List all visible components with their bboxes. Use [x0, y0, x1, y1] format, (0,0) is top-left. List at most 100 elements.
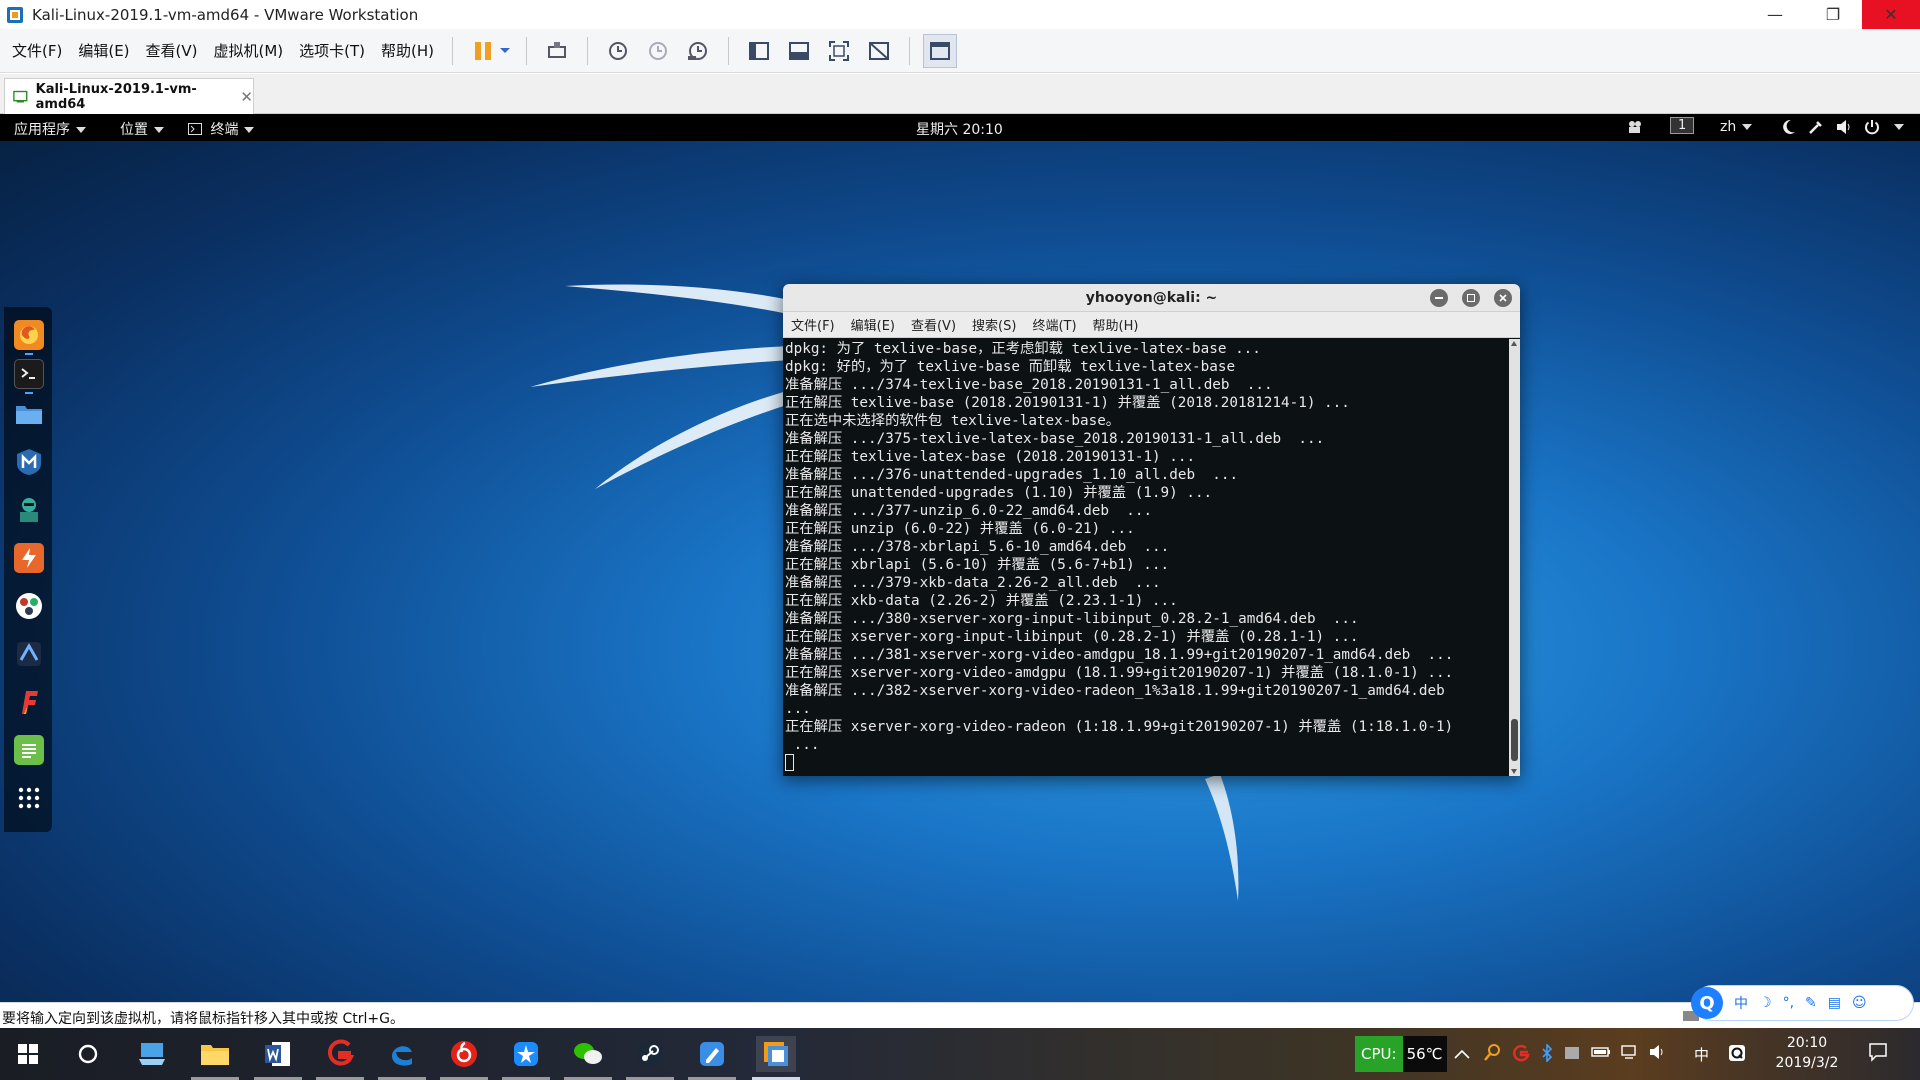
power-icon[interactable]	[1864, 119, 1880, 139]
menu-edit[interactable]: 编辑(E)	[70, 40, 137, 61]
library-view-icon[interactable]	[742, 34, 776, 68]
faraday-icon[interactable]	[14, 687, 44, 717]
burpsuite-icon[interactable]	[14, 543, 44, 573]
battery-icon[interactable]	[1591, 1044, 1611, 1064]
terminal-menu-search[interactable]: 搜索(S)	[972, 315, 1016, 334]
beef-icon[interactable]	[14, 639, 44, 669]
q-app-tray-icon[interactable]	[1728, 1044, 1746, 1066]
terminal-line: 正在解压 xbrlapi (5.6-10) 并覆盖 (5.6-7+b1) ...	[785, 557, 1170, 573]
night-mode-icon[interactable]	[1782, 119, 1796, 139]
menu-file[interactable]: 文件(F)	[4, 40, 70, 61]
scroll-down-arrow-icon[interactable]	[1511, 769, 1517, 774]
notes-icon[interactable]	[14, 735, 44, 765]
revert-snapshot-icon[interactable]	[641, 34, 675, 68]
ime-tool-icon[interactable]: ✎	[1805, 995, 1817, 1011]
terminal-window[interactable]: yhooyon@kali: ~ 文件(F) 编辑(E) 查看(V) 搜索(S) …	[783, 284, 1520, 776]
console-view-icon[interactable]	[782, 34, 816, 68]
tool-icon[interactable]	[1808, 119, 1824, 139]
pause-icon[interactable]	[466, 34, 500, 68]
workspace-indicator[interactable]: 1	[1670, 117, 1695, 134]
network-icon[interactable]	[1620, 1044, 1640, 1064]
menu-help[interactable]: 帮助(H)	[373, 40, 442, 61]
netease-music-icon[interactable]	[446, 1036, 482, 1072]
terminal-scrollbar[interactable]	[1509, 339, 1520, 776]
terminal-menu-view[interactable]: 查看(V)	[911, 315, 956, 334]
word-icon[interactable]	[260, 1036, 296, 1072]
ime-punctuation-icon[interactable]: °,	[1783, 995, 1794, 1011]
terminal-menu-terminal[interactable]: 终端(T)	[1032, 315, 1076, 334]
taskbar-clock[interactable]: 20:10 2019/3/2	[1762, 1033, 1852, 1073]
ime-halfwidth-icon[interactable]: ☽	[1759, 995, 1772, 1011]
terminal-prompt-line	[785, 754, 1507, 772]
red-g-app-icon[interactable]	[322, 1036, 358, 1072]
metasploit-icon[interactable]	[14, 447, 44, 477]
cortana-search-icon[interactable]	[70, 1036, 106, 1072]
gnome-clock[interactable]: 星期六 20:10	[916, 119, 1003, 139]
tab-kali-vm[interactable]: Kali-Linux-2019.1-vm-amd64 ✕	[4, 78, 254, 114]
ime-skin-icon[interactable]: ▤	[1828, 995, 1841, 1011]
terminal-menu-file[interactable]: 文件(F)	[791, 315, 835, 334]
fullscreen-icon[interactable]	[822, 34, 856, 68]
volume-icon[interactable]	[1836, 119, 1854, 139]
edge-browser-icon[interactable]	[384, 1036, 420, 1072]
steam-icon[interactable]	[632, 1036, 668, 1072]
sogou-ime-bar[interactable]: Q 中 ☽ °, ✎ ▤ ☺	[1691, 985, 1914, 1021]
restore-button[interactable]: ❐	[1804, 0, 1862, 29]
send-ctrl-alt-del-icon[interactable]	[540, 34, 574, 68]
terminal-icon[interactable]	[14, 359, 44, 389]
file-explorer-icon[interactable]	[197, 1036, 233, 1072]
toolbar-separator	[587, 36, 589, 65]
terminal-maximize-button[interactable]	[1462, 289, 1480, 307]
volume-tray-icon[interactable]	[1649, 1044, 1667, 1064]
menu-vm[interactable]: 虚拟机(M)	[206, 40, 292, 61]
red-g-tray-icon[interactable]	[1512, 1044, 1530, 1066]
terminal-app-menu[interactable]: 终端	[188, 119, 255, 139]
bluestar-app-icon[interactable]	[508, 1036, 544, 1072]
input-method-indicator[interactable]: 中	[1694, 1044, 1709, 1065]
armitage-icon[interactable]	[14, 495, 44, 525]
ime-emoji-icon[interactable]: ☺	[1852, 995, 1867, 1011]
vm-display[interactable]: 应用程序 位置 终端 星期六 20:10 1 zh yhooyon@kali: …	[0, 114, 1920, 1002]
places-menu[interactable]: 位置	[120, 119, 164, 139]
close-tab-icon[interactable]: ✕	[240, 88, 253, 106]
terminal-menu-help[interactable]: 帮助(H)	[1093, 315, 1139, 334]
search-tray-icon[interactable]	[1484, 1044, 1500, 1066]
toolbar-separator	[728, 36, 730, 65]
menu-tabs[interactable]: 选项卡(T)	[291, 40, 373, 61]
notepad-app-icon[interactable]	[694, 1036, 730, 1072]
windows-start-icon[interactable]	[10, 1036, 46, 1072]
terminal-minimize-button[interactable]	[1430, 289, 1448, 307]
terminal-output[interactable]: dpkg: 为了 texlive-base，正考虑卸载 texlive-late…	[783, 339, 1509, 776]
notification-center-icon[interactable]	[1868, 1042, 1888, 1066]
minimize-button[interactable]: —	[1746, 0, 1804, 29]
applications-menu[interactable]: 应用程序	[14, 119, 86, 139]
terminal-scroll-thumb[interactable]	[1511, 719, 1518, 761]
sogou-logo-icon[interactable]: Q	[1691, 987, 1723, 1019]
terminal-close-button[interactable]	[1494, 289, 1512, 307]
maltego-icon[interactable]	[14, 591, 44, 621]
snapshot-manager-icon[interactable]	[681, 34, 715, 68]
cpu-temperature-widget[interactable]: CPU: 56℃	[1355, 1036, 1447, 1072]
chevron-down-icon[interactable]	[497, 34, 513, 68]
ime-mode-chinese[interactable]: 中	[1734, 993, 1748, 1013]
power-menu-caret[interactable]	[1888, 119, 1904, 135]
files-icon[interactable]	[14, 399, 44, 429]
bluetooth-icon[interactable]	[1541, 1043, 1553, 1066]
terminal-titlebar[interactable]: yhooyon@kali: ~	[783, 284, 1520, 312]
language-selector[interactable]: zh	[1720, 119, 1753, 135]
terminal-menu-edit[interactable]: 编辑(E)	[851, 315, 895, 334]
wechat-icon[interactable]	[570, 1036, 606, 1072]
menu-view[interactable]: 查看(V)	[138, 40, 206, 61]
show-applications-icon[interactable]	[14, 783, 44, 813]
video-camera-icon[interactable]	[1628, 120, 1644, 138]
this-pc-icon[interactable]	[134, 1036, 170, 1072]
scroll-up-arrow-icon[interactable]	[1511, 341, 1517, 346]
device-tray-icon[interactable]	[1563, 1044, 1581, 1066]
unity-mode-icon[interactable]	[862, 34, 896, 68]
view-options-icon[interactable]	[923, 33, 958, 68]
vmware-workstation-icon[interactable]	[756, 1036, 796, 1072]
firefox-icon[interactable]	[14, 320, 44, 350]
chevron-up-icon[interactable]	[1454, 1044, 1470, 1063]
close-window-button[interactable]: ✕	[1862, 0, 1920, 29]
snapshot-icon[interactable]	[601, 34, 635, 68]
